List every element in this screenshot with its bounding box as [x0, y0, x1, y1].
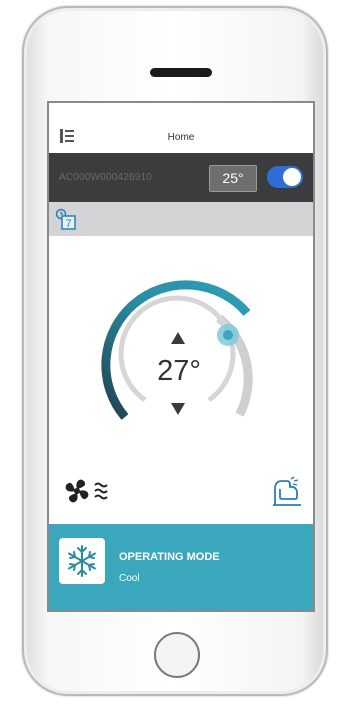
schedule-bar: 7	[49, 202, 313, 236]
phone-home-button[interactable]	[154, 632, 200, 678]
device-bar: AC000W000426910 25°	[49, 153, 313, 202]
operating-mode-panel[interactable]: OPERATING MODE Cool	[49, 524, 313, 610]
set-temperature-button[interactable]: 25°	[209, 165, 257, 192]
operating-mode-value: Cool	[119, 573, 140, 584]
app-screen: Home AC000W000426910 25° 7 27° OPERATING…	[47, 101, 315, 612]
page-title: Home	[167, 132, 195, 143]
dial-progress-arc	[101, 280, 251, 420]
power-toggle[interactable]	[267, 166, 303, 188]
current-temperature: 27°	[157, 355, 201, 387]
calendar-schedule-icon[interactable]: 7	[55, 208, 77, 230]
arrow-up-icon[interactable]	[171, 332, 185, 344]
power-toggle-knob	[283, 168, 301, 186]
mode-icon-box	[59, 538, 105, 584]
operating-mode-title: OPERATING MODE	[119, 551, 220, 563]
snowflake-icon	[68, 545, 96, 577]
calendar-day-label: 7	[65, 218, 71, 230]
app-header: Home	[49, 103, 313, 153]
fan-speed-icon[interactable]	[63, 475, 115, 507]
swing-mode-icon[interactable]	[271, 475, 303, 507]
phone-speaker	[150, 68, 212, 77]
arrow-down-icon[interactable]	[171, 403, 185, 415]
device-id: AC000W000426910	[59, 172, 153, 183]
